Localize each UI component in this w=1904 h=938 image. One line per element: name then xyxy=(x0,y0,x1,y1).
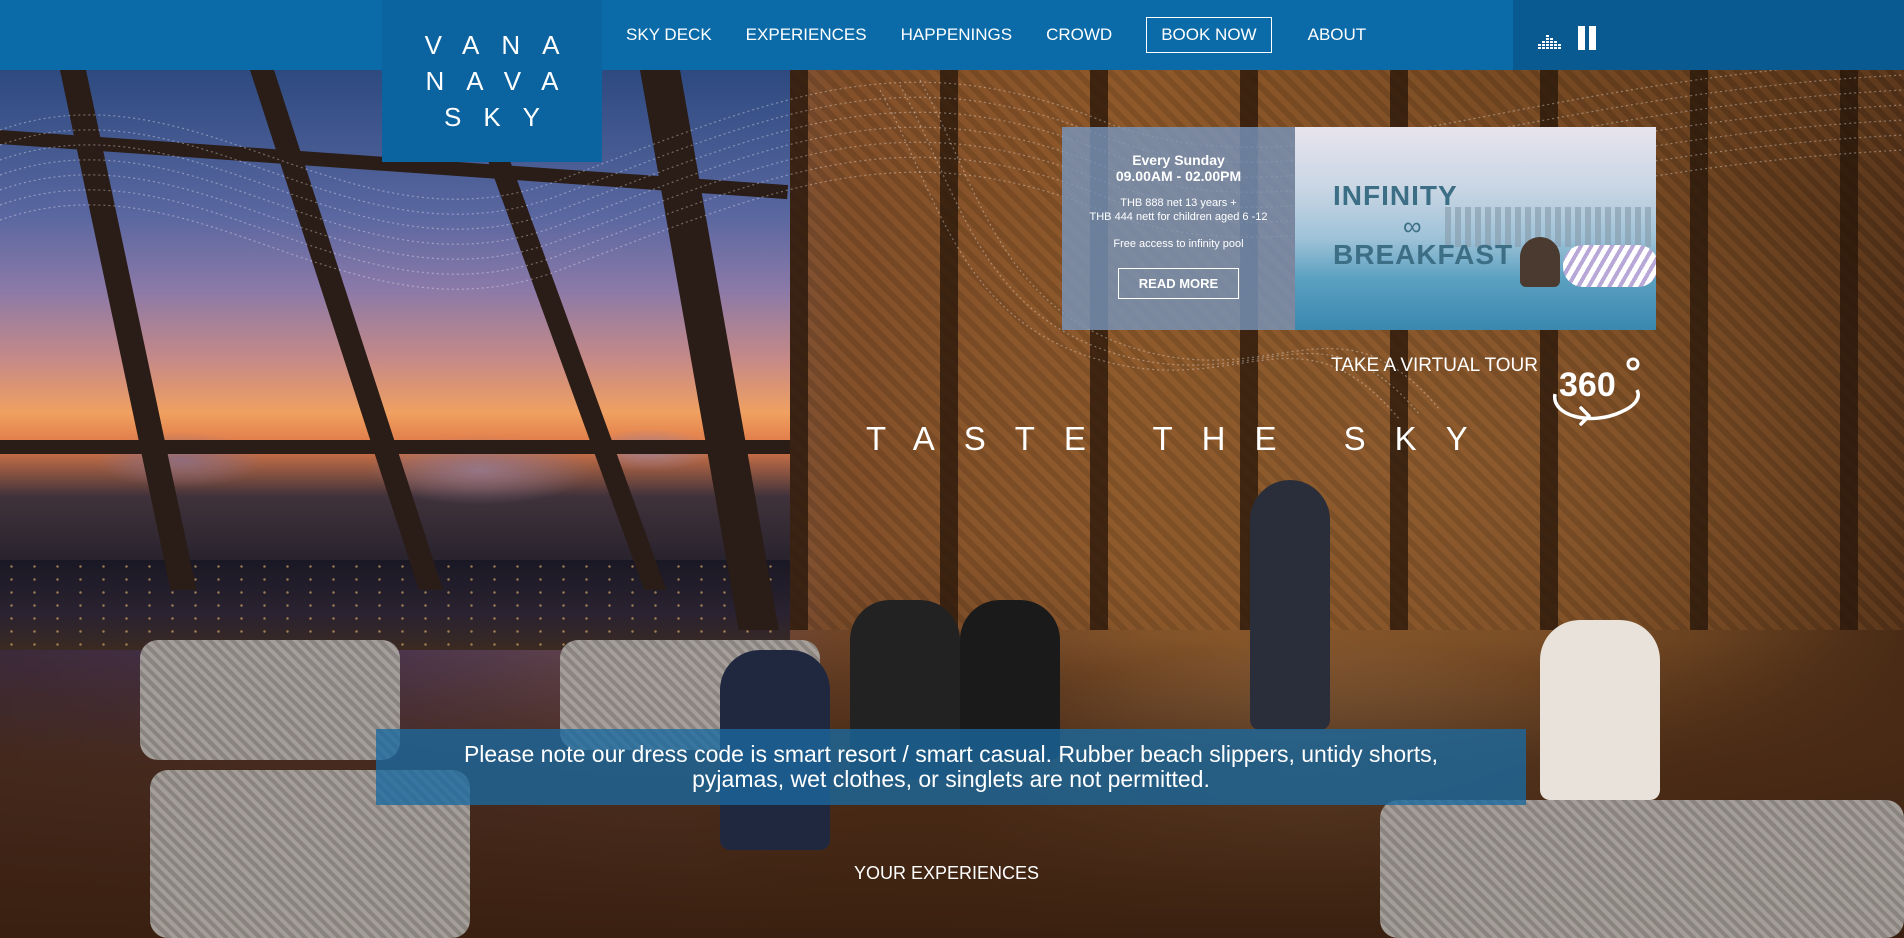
notice-line-1: Please note our dress code is smart reso… xyxy=(463,741,1439,767)
promo-image-title-1: INFINITY xyxy=(1333,180,1458,211)
promo-time: 09.00AM - 02.00PM xyxy=(1115,168,1242,184)
lounge-chair xyxy=(140,640,400,760)
nav-experiences[interactable]: EXPERIENCES xyxy=(746,25,867,45)
promo-price-adult: THB 888 net 13 years + xyxy=(1120,197,1237,209)
pause-icon[interactable] xyxy=(1576,26,1598,50)
nav-about[interactable]: ABOUT xyxy=(1308,25,1367,45)
bartender xyxy=(1250,480,1330,730)
equalizer-icon[interactable] xyxy=(1538,30,1562,50)
vana-nava-sky-logo[interactable]: VANA NAVA SKY xyxy=(382,0,602,162)
main-nav: SKY DECK EXPERIENCES HAPPENINGS CROWD BO… xyxy=(626,0,1400,70)
promo-card: Every Sunday 09.00AM - 02.00PM THB 888 n… xyxy=(1062,127,1656,330)
promo-details: Every Sunday 09.00AM - 02.00PM THB 888 n… xyxy=(1062,127,1295,330)
pool-float xyxy=(1563,245,1656,287)
promo-pool: Free access to infinity pool xyxy=(1113,238,1244,250)
window-beam xyxy=(0,440,790,454)
media-controls-panel xyxy=(1513,0,1904,70)
dress-code-notice: Please note our dress code is smart reso… xyxy=(376,729,1526,805)
headline: TASTE THE SKY xyxy=(866,420,1497,457)
nav-happenings[interactable]: HAPPENINGS xyxy=(901,25,1012,45)
notice-line-2: pyjamas, wet clothes, or singlets are no… xyxy=(692,766,1210,792)
360-tour-icon[interactable]: 360 xyxy=(1551,356,1643,430)
city-lights xyxy=(0,560,790,650)
nav-sky-deck[interactable]: SKY DECK xyxy=(626,25,712,45)
promo-price-child: THB 444 nett for children aged 6 -12 xyxy=(1089,211,1268,223)
virtual-tour-link[interactable]: TAKE A VIRTUAL TOUR xyxy=(1331,355,1538,377)
logo-line-2: NAVA xyxy=(425,66,581,96)
sofa xyxy=(1380,800,1904,938)
your-experiences-heading: YOUR EXPERIENCES xyxy=(854,863,1040,883)
guest xyxy=(1540,620,1660,800)
read-more-button[interactable]: READ MORE xyxy=(1117,268,1240,299)
book-now-button[interactable]: BOOK NOW xyxy=(1146,17,1272,53)
logo-line-1: VANA xyxy=(424,30,582,60)
logo-line-3: SKY xyxy=(443,102,563,132)
nav-crowd[interactable]: CROWD xyxy=(1046,25,1112,45)
infinity-symbol: ∞ xyxy=(1403,211,1422,241)
couple xyxy=(1520,237,1560,287)
infinity-breakfast-image[interactable]: INFINITY ∞ BREAKFAST xyxy=(1295,127,1656,330)
promo-day: Every Sunday xyxy=(1132,152,1225,168)
promo-image-title-2: BREAKFAST xyxy=(1333,239,1514,270)
360-tour-text: 360 xyxy=(1559,366,1616,404)
